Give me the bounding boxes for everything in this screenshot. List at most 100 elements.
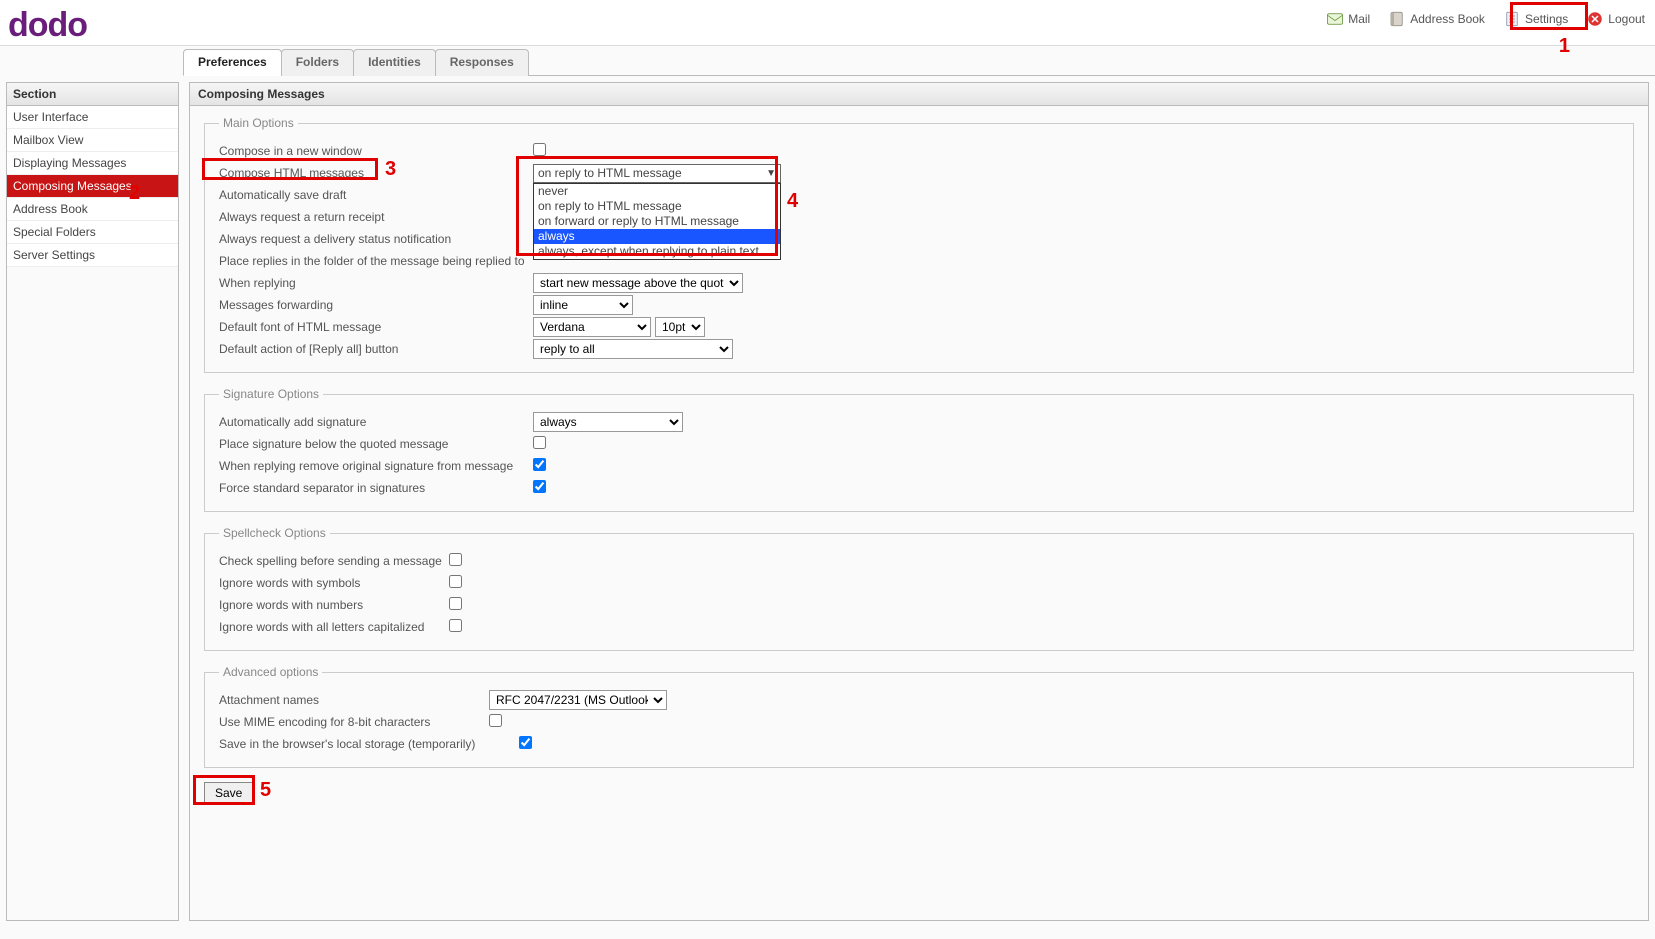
select-compose-html[interactable]: on reply to HTML message ▼ never on repl… <box>533 164 781 183</box>
select-reply-all-default[interactable]: reply to all <box>533 339 733 359</box>
addressbook-icon <box>1388 10 1406 28</box>
lbl-default-font: Default font of HTML message <box>219 320 533 334</box>
group-advanced-options: Advanced options Attachment names RFC 20… <box>204 665 1634 768</box>
lbl-remove-orig-sig: When replying remove original signature … <box>219 459 533 473</box>
select-attachment-names[interactable]: RFC 2047/2231 (MS Outlook) <box>489 690 667 710</box>
opt-on-reply[interactable]: on reply to HTML message <box>534 199 780 214</box>
chk-mime-8bit[interactable] <box>489 714 502 727</box>
row-default-font: Default font of HTML message Verdana 10p… <box>219 316 1619 338</box>
legend-spellcheck-options: Spellcheck Options <box>219 526 330 540</box>
row-check-before-send: Check spelling before sending a message <box>219 550 1619 572</box>
lbl-ignore-symbols: Ignore words with symbols <box>219 576 449 590</box>
select-default-font-size[interactable]: 10pt <box>655 317 705 337</box>
nav-mail-label: Mail <box>1348 12 1370 26</box>
lbl-check-before-send: Check spelling before sending a message <box>219 554 449 568</box>
chk-ignore-symbols[interactable] <box>449 575 462 588</box>
tab-identities[interactable]: Identities <box>353 49 436 76</box>
lbl-ignore-numbers: Ignore words with numbers <box>219 598 449 612</box>
sidebar-header: Section <box>7 83 178 106</box>
select-msg-forwarding[interactable]: inline <box>533 295 633 315</box>
row-compose-new-window: Compose in a new window <box>219 140 1619 162</box>
lbl-reply-all-default: Default action of [Reply all] button <box>219 342 533 356</box>
lbl-when-replying: When replying <box>219 276 533 290</box>
sidebar-item-server-settings[interactable]: Server Settings <box>7 244 178 267</box>
tab-folders[interactable]: Folders <box>281 49 354 76</box>
panel-body: Main Options Compose in a new window Com… <box>190 106 1648 830</box>
nav-settings[interactable]: Settings <box>1499 8 1572 30</box>
lbl-attachment-names: Attachment names <box>219 693 489 707</box>
lbl-replies-in-folder: Place replies in the folder of the messa… <box>219 254 525 268</box>
sidebar-item-displaying-messages[interactable]: Displaying Messages <box>7 152 178 175</box>
row-local-storage: Save in the browser's local storage (tem… <box>219 733 1619 755</box>
top-bar: dodo Mail Address Book Settings Logout <box>0 0 1655 46</box>
chk-remove-orig-sig[interactable] <box>533 458 546 471</box>
sidebar: Section User Interface Mailbox View Disp… <box>6 82 179 921</box>
row-sig-below-quoted: Place signature below the quoted message <box>219 433 1619 455</box>
legend-signature-options: Signature Options <box>219 387 323 401</box>
opt-never[interactable]: never <box>534 184 780 199</box>
columns: Section User Interface Mailbox View Disp… <box>0 76 1655 927</box>
row-auto-add-signature: Automatically add signature always <box>219 411 1619 433</box>
row-return-receipt: Always request a return receipt <box>219 206 1619 228</box>
row-ignore-symbols: Ignore words with symbols <box>219 572 1619 594</box>
sidebar-item-special-folders[interactable]: Special Folders <box>7 221 178 244</box>
nav-addressbook[interactable]: Address Book <box>1384 8 1489 30</box>
select-default-font[interactable]: Verdana <box>533 317 651 337</box>
lbl-return-receipt: Always request a return receipt <box>219 210 533 224</box>
panel-title: Composing Messages <box>190 83 1648 106</box>
mail-icon <box>1326 10 1344 28</box>
chevron-down-icon: ▼ <box>766 168 776 179</box>
chk-check-before-send[interactable] <box>449 553 462 566</box>
tab-responses[interactable]: Responses <box>435 49 529 76</box>
sidebar-item-mailbox-view[interactable]: Mailbox View <box>7 129 178 152</box>
lbl-auto-add-signature: Automatically add signature <box>219 415 533 429</box>
main-panel: Composing Messages Main Options Compose … <box>189 82 1649 921</box>
sidebar-item-composing-messages[interactable]: Composing Messages <box>7 175 178 198</box>
lbl-sig-below-quoted: Place signature below the quoted message <box>219 437 533 451</box>
nav-mail[interactable]: Mail <box>1322 8 1374 30</box>
tabs-wrap: Preferences Folders Identities Responses <box>183 48 1655 76</box>
nav-logout[interactable]: Logout <box>1582 8 1649 30</box>
select-compose-html-value: on reply to HTML message <box>538 166 682 180</box>
nav-addressbook-label: Address Book <box>1410 12 1485 26</box>
settings-icon <box>1503 10 1521 28</box>
select-auto-add-signature[interactable]: always <box>533 412 683 432</box>
logout-icon <box>1586 10 1604 28</box>
chk-local-storage[interactable] <box>519 736 532 749</box>
sidebar-item-user-interface[interactable]: User Interface <box>7 106 178 129</box>
tabs: Preferences Folders Identities Responses <box>183 48 1655 76</box>
lbl-msg-forwarding: Messages forwarding <box>219 298 533 312</box>
row-attachment-names: Attachment names RFC 2047/2231 (MS Outlo… <box>219 689 1619 711</box>
select-compose-html-list[interactable]: never on reply to HTML message on forwar… <box>533 183 781 260</box>
opt-on-fwd-reply[interactable]: on forward or reply to HTML message <box>534 214 780 229</box>
chk-ignore-numbers[interactable] <box>449 597 462 610</box>
row-reply-all-default: Default action of [Reply all] button rep… <box>219 338 1619 360</box>
nav-logout-label: Logout <box>1608 12 1645 26</box>
row-dsn: Always request a delivery status notific… <box>219 228 1619 250</box>
lbl-compose-html: Compose HTML messages <box>219 166 533 180</box>
row-mime-8bit: Use MIME encoding for 8-bit characters <box>219 711 1619 733</box>
row-ignore-numbers: Ignore words with numbers <box>219 594 1619 616</box>
opt-always[interactable]: always <box>534 229 780 244</box>
nav-settings-label: Settings <box>1525 12 1568 26</box>
lbl-compose-new-window: Compose in a new window <box>219 144 533 158</box>
chk-compose-new-window[interactable] <box>533 143 546 156</box>
row-msg-forwarding: Messages forwarding inline <box>219 294 1619 316</box>
opt-always-except[interactable]: always, except when replying to plain te… <box>534 244 780 259</box>
group-signature-options: Signature Options Automatically add sign… <box>204 387 1634 512</box>
brand-logo: dodo <box>8 6 87 45</box>
legend-advanced-options: Advanced options <box>219 665 322 679</box>
save-button[interactable]: Save <box>204 782 253 804</box>
chk-ignore-caps[interactable] <box>449 619 462 632</box>
group-main-options: Main Options Compose in a new window Com… <box>204 116 1634 373</box>
chk-force-sep[interactable] <box>533 480 546 493</box>
lbl-autosave-draft: Automatically save draft <box>219 188 533 202</box>
tab-preferences[interactable]: Preferences <box>183 49 282 76</box>
sidebar-item-address-book[interactable]: Address Book <box>7 198 178 221</box>
select-when-replying[interactable]: start new message above the quote <box>533 273 743 293</box>
chk-sig-below-quoted[interactable] <box>533 436 546 449</box>
select-compose-html-head[interactable]: on reply to HTML message ▼ <box>533 164 781 183</box>
lbl-ignore-caps: Ignore words with all letters capitalize… <box>219 620 449 634</box>
lbl-local-storage: Save in the browser's local storage (tem… <box>219 737 519 751</box>
row-replies-in-folder: Place replies in the folder of the messa… <box>219 250 1619 272</box>
